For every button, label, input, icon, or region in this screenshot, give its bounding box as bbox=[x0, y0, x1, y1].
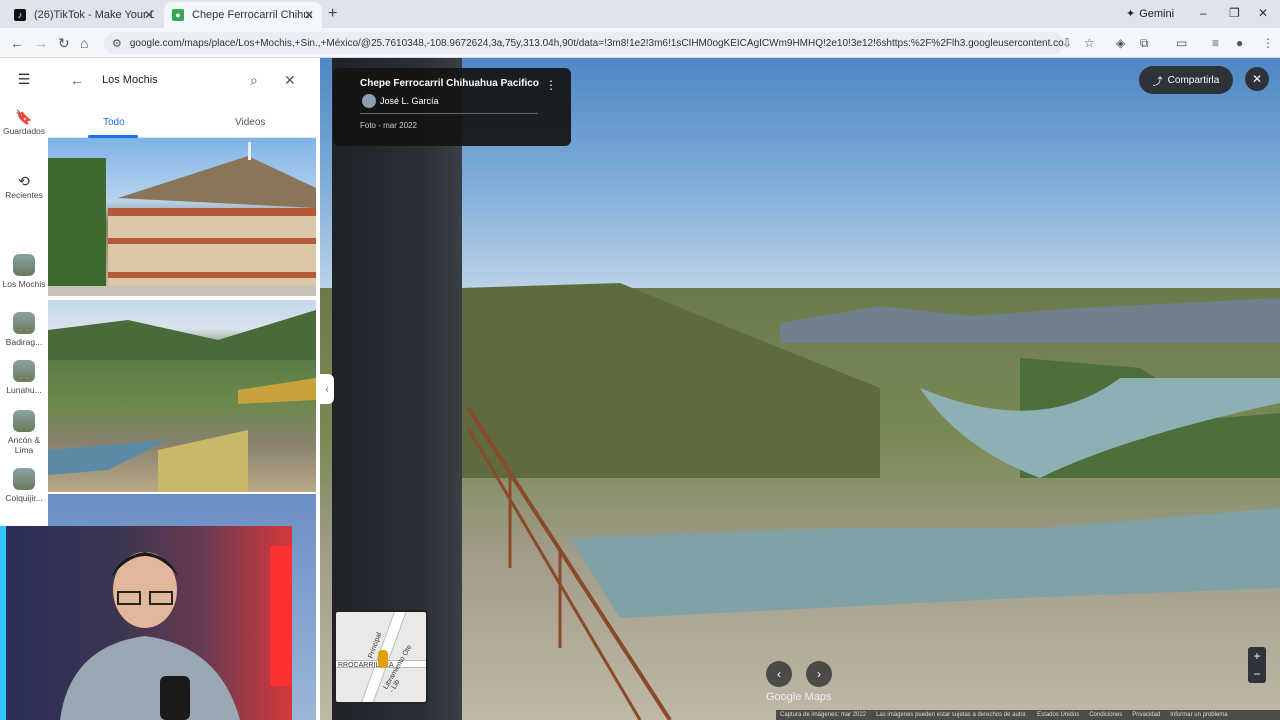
attribution-footer: Captura de imágenes: mar 2022 Las imágen… bbox=[776, 710, 1280, 720]
history-icon: ⟲ bbox=[18, 173, 30, 189]
install-app-icon[interactable]: ⇩ bbox=[1062, 36, 1072, 50]
home-icon[interactable]: ⌂ bbox=[80, 35, 88, 51]
extension-icon[interactable]: ◈ bbox=[1116, 36, 1125, 50]
capture-date: Captura de imágenes: mar 2022 bbox=[780, 712, 867, 718]
back-icon[interactable]: ← bbox=[10, 35, 24, 51]
puzzle-icon[interactable]: ⧉ bbox=[1140, 36, 1149, 51]
rail-place[interactable]: Lunahu... bbox=[0, 360, 48, 395]
new-tab-icon[interactable]: + bbox=[328, 5, 337, 23]
reload-icon[interactable]: ↻ bbox=[58, 35, 70, 52]
url-text: google.com/maps/place/Los+Mochis,+Sin.,+… bbox=[129, 37, 1064, 49]
zoom-out-icon[interactable]: − bbox=[1248, 665, 1266, 683]
chevron-left-icon: ‹ bbox=[325, 383, 329, 395]
close-viewer-button[interactable]: ✕ bbox=[1245, 67, 1269, 91]
media-tabs: Todo Videos bbox=[48, 110, 318, 138]
copyright-note: Las imágenes pueden estar sujetas a dere… bbox=[876, 712, 1028, 718]
streamer-illustration bbox=[0, 526, 292, 720]
search-bar[interactable]: ← Los Mochis ⌕ ✕ bbox=[48, 68, 318, 94]
pegman-icon bbox=[378, 650, 388, 668]
place-title[interactable]: Chepe Ferrocarril Chihuahua Pacifico bbox=[360, 78, 539, 89]
tiktok-icon: ♪ bbox=[14, 9, 26, 21]
terms-link[interactable]: Condiciones bbox=[1089, 712, 1122, 718]
tab-maps[interactable]: ● Chepe Ferrocarril Chihuahua P... ✕ bbox=[164, 2, 322, 28]
place-thumbnail bbox=[13, 254, 35, 276]
back-arrow-icon[interactable]: ← bbox=[70, 72, 84, 88]
chevron-left-icon: ‹ bbox=[777, 667, 781, 681]
maps-pin-icon: ● bbox=[172, 9, 184, 21]
site-info-icon[interactable]: ⚙ bbox=[112, 37, 122, 50]
collapse-panel-button[interactable]: ‹ bbox=[320, 374, 334, 404]
valley-illustration bbox=[48, 310, 316, 492]
rail-saved[interactable]: 🔖 Guardados bbox=[0, 109, 48, 136]
photo-station-building[interactable] bbox=[48, 138, 316, 296]
forward-icon[interactable]: → bbox=[34, 35, 48, 51]
gemini-button[interactable]: ✦ Gemini bbox=[1126, 7, 1174, 21]
media-icon[interactable]: ≡ bbox=[1212, 36, 1219, 50]
privacy-link[interactable]: Privacidad bbox=[1132, 712, 1160, 718]
menu-button[interactable]: ☰ bbox=[0, 71, 48, 88]
next-photo-button[interactable]: › bbox=[806, 661, 832, 687]
photo-date: Foto - mar 2022 bbox=[360, 121, 417, 130]
share-button[interactable]: ⤴ Compartirla bbox=[1139, 66, 1233, 94]
tab-tiktok[interactable]: ♪ (26)TikTok - Make Your Day ✕ bbox=[6, 2, 162, 28]
place-thumbnail bbox=[13, 312, 35, 334]
search-input[interactable]: Los Mochis bbox=[102, 74, 158, 86]
webcam-overlay bbox=[0, 526, 292, 720]
minimize-icon[interactable]: – bbox=[1200, 6, 1207, 20]
zoom-control[interactable]: + − bbox=[1248, 647, 1266, 683]
address-bar-row: ← → ↻ ⌂ ⚙ google.com/maps/place/Los+Moch… bbox=[0, 28, 1280, 58]
chevron-right-icon: › bbox=[817, 667, 821, 681]
browser-tab-bar: ♪ (26)TikTok - Make Your Day ✕ ● Chepe F… bbox=[0, 0, 1280, 28]
tab-title: Chepe Ferrocarril Chihuahua P... bbox=[192, 9, 312, 21]
tab-all[interactable]: Todo bbox=[103, 117, 125, 128]
author-avatar[interactable] bbox=[362, 94, 376, 108]
minimap[interactable]: Principal RROCARRILERA Libramiento Ote -… bbox=[334, 610, 428, 704]
photo-info-card: Chepe Ferrocarril Chihuahua Pacifico ⋮ J… bbox=[333, 68, 571, 146]
divider bbox=[360, 113, 538, 114]
search-icon[interactable]: ⌕ bbox=[250, 72, 258, 89]
place-thumbnail bbox=[13, 410, 35, 432]
place-thumbnail bbox=[13, 360, 35, 382]
author-name[interactable]: José L. García bbox=[380, 96, 439, 106]
rail-place[interactable]: Ancón & Lima bbox=[0, 410, 48, 455]
region-link[interactable]: Estados Unidos bbox=[1037, 712, 1079, 718]
sidepanel-icon[interactable]: ▭ bbox=[1176, 36, 1187, 50]
report-link[interactable]: Informar un problema bbox=[1170, 712, 1227, 718]
close-tab-icon[interactable]: ✕ bbox=[144, 8, 154, 22]
profile-avatar[interactable]: ● bbox=[1236, 36, 1243, 50]
rail-place[interactable]: Colquijir... bbox=[0, 468, 48, 503]
photo-train-valley[interactable] bbox=[48, 300, 316, 492]
rail-recent[interactable]: ⟲ Recientes bbox=[0, 173, 48, 200]
gemini-icon: ✦ bbox=[1126, 8, 1136, 20]
close-icon: ✕ bbox=[1251, 72, 1263, 86]
railing bbox=[466, 408, 672, 720]
url-field[interactable]: ⚙ google.com/maps/place/Los+Mochis,+Sin.… bbox=[104, 32, 1064, 54]
hamburger-icon: ☰ bbox=[17, 71, 31, 87]
zoom-in-icon[interactable]: + bbox=[1248, 647, 1266, 665]
bookmark-star-icon[interactable]: ☆ bbox=[1084, 36, 1095, 50]
google-maps-logo: Google Maps bbox=[766, 691, 832, 703]
rail-place[interactable]: Badirag... bbox=[0, 312, 48, 347]
restore-icon[interactable]: ❐ bbox=[1229, 6, 1240, 20]
place-thumbnail bbox=[13, 468, 35, 490]
clear-icon[interactable]: ✕ bbox=[284, 72, 296, 89]
street-view-viewer[interactable]: Chepe Ferrocarril Chihuahua Pacifico ⋮ J… bbox=[320, 58, 1280, 720]
more-options-icon[interactable]: ⋮ bbox=[545, 78, 557, 92]
tab-videos[interactable]: Videos bbox=[235, 117, 265, 128]
rail-place[interactable]: Los Mochis bbox=[0, 254, 48, 289]
kebab-menu-icon[interactable]: ⋮ bbox=[1262, 36, 1274, 50]
close-tab-icon[interactable]: ✕ bbox=[304, 8, 314, 22]
tab-title: (26)TikTok - Make Your Day bbox=[34, 9, 154, 21]
previous-photo-button[interactable]: ‹ bbox=[766, 661, 792, 687]
screen: ♪ (26)TikTok - Make Your Day ✕ ● Chepe F… bbox=[0, 0, 1280, 720]
window-close-icon[interactable]: ✕ bbox=[1258, 6, 1268, 20]
station-illustration bbox=[48, 142, 316, 296]
bookmark-icon: 🔖 bbox=[15, 109, 33, 125]
share-icon: ⤴ bbox=[1152, 76, 1163, 88]
